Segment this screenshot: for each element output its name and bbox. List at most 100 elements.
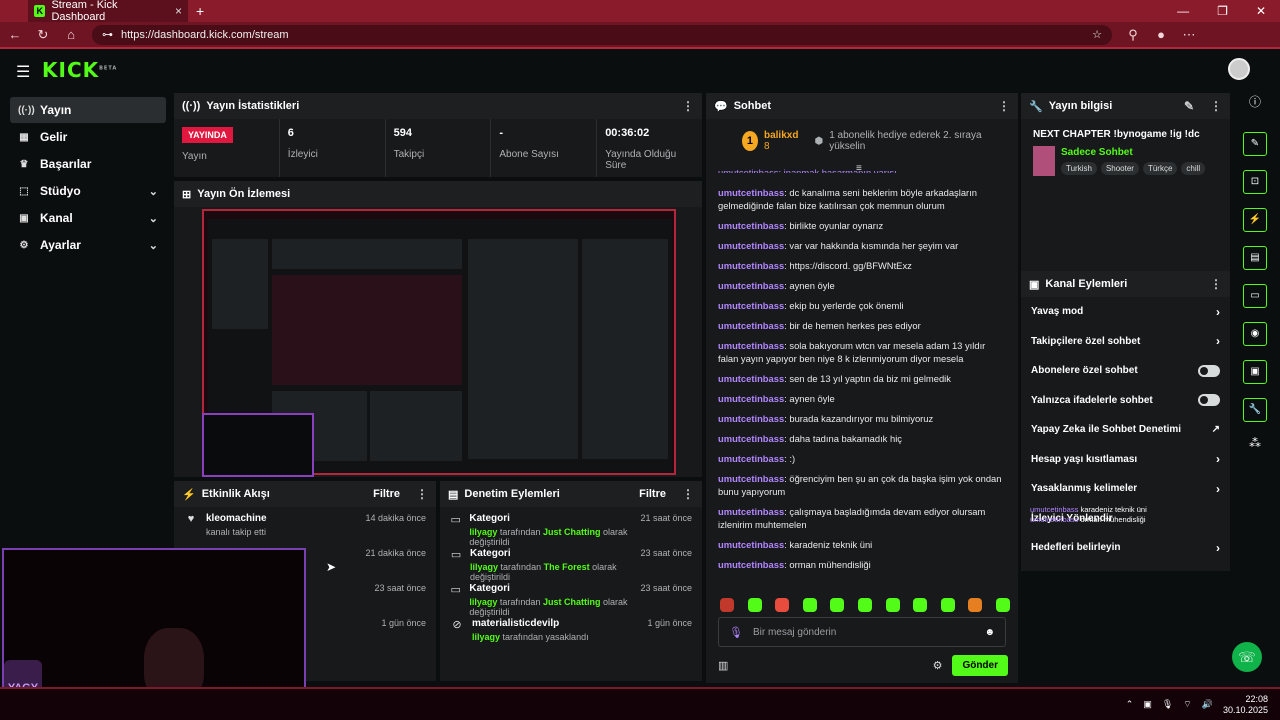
pinned-gift-leaderboard[interactable]: 1 balikxd 8 ⬢ 1 abonelik hediye ederek 2… xyxy=(706,119,1018,163)
emote-icon[interactable] xyxy=(857,598,872,612)
emote-icon[interactable] xyxy=(802,598,817,612)
chevron-down-icon[interactable]: ⌄ xyxy=(149,212,158,225)
chat-username[interactable]: umutcetinbass xyxy=(718,393,784,404)
toggle-switch[interactable] xyxy=(1198,394,1220,407)
user-avatar[interactable] xyxy=(1228,58,1250,80)
url-field[interactable]: ⊶ https://dashboard.kick.com/stream ☆ xyxy=(92,24,1112,45)
back-icon[interactable]: ← xyxy=(8,27,22,42)
sidebar-item-2[interactable]: ♛ Başarılar xyxy=(10,151,166,177)
activity-filter-button[interactable]: Filtre xyxy=(373,488,400,500)
store-icon[interactable]: ▥ xyxy=(718,659,728,672)
sidebar-item-1[interactable]: ▦ Gelir xyxy=(10,124,166,150)
chat-username[interactable]: umutcetinbass xyxy=(718,453,784,464)
chat-username[interactable]: umutcetinbass xyxy=(718,187,784,198)
sidebar-item-5[interactable]: ⚙ Ayarlar ⌄ xyxy=(10,232,166,258)
chat-username[interactable]: umutcetinbass xyxy=(718,220,784,231)
tray-app-icon[interactable]: ▣ xyxy=(1143,699,1152,710)
tag-chip[interactable]: Türkçe xyxy=(1142,162,1178,175)
category-name[interactable]: Sadece Sohbet xyxy=(1061,147,1205,158)
chat-icon[interactable]: ▭ xyxy=(1243,284,1267,308)
more-menu-icon[interactable]: ⋮ xyxy=(1210,99,1222,113)
sidebar-item-4[interactable]: ▣ Kanal ⌄ xyxy=(10,205,166,231)
chat-username[interactable]: umutcetinbass xyxy=(718,320,784,331)
new-tab-button[interactable]: + xyxy=(196,3,204,19)
broadcast-icon[interactable]: ◉ xyxy=(1243,322,1267,346)
emote-icon[interactable] xyxy=(830,598,845,612)
browser-tab[interactable]: K Stream - Kick Dashboard × xyxy=(28,0,188,23)
close-window-button[interactable]: ✕ xyxy=(1256,4,1266,18)
support-chat-icon[interactable]: ☏ xyxy=(1232,642,1262,672)
emote-icon[interactable] xyxy=(775,598,790,612)
browser-menu-icon[interactable]: ⋯ xyxy=(1182,27,1196,43)
maximize-button[interactable]: ❐ xyxy=(1217,4,1228,18)
channel-action-8[interactable]: Hedefleri belirleyin › xyxy=(1021,533,1230,563)
profile-icon[interactable]: ● xyxy=(1154,27,1168,42)
emote-icon[interactable] xyxy=(940,598,955,612)
wrench-icon[interactable]: 🔧 xyxy=(1243,398,1267,422)
tab-close-icon[interactable]: × xyxy=(175,4,182,18)
chat-username[interactable]: umutcetinbass xyxy=(718,300,784,311)
system-clock[interactable]: 22:08 30.10.2025 xyxy=(1223,694,1268,716)
channel-action-3[interactable]: Yalnızca ifadelerle sohbet xyxy=(1021,386,1230,416)
send-button[interactable]: Gönder xyxy=(952,655,1008,676)
hamburger-menu-icon[interactable]: ☰ xyxy=(16,62,30,82)
tray-expand-icon[interactable]: ⌃ xyxy=(1126,699,1134,710)
mic-tray-icon[interactable]: 🎙 xyxy=(1162,699,1173,710)
chat-username[interactable]: umutcetinbass xyxy=(718,473,784,484)
favorite-star-icon[interactable]: ☆ xyxy=(1092,28,1102,41)
more-menu-icon[interactable]: ⋮ xyxy=(682,487,694,501)
chevron-down-icon[interactable]: ⌄ xyxy=(149,239,158,252)
more-menu-icon[interactable]: ⋮ xyxy=(1210,277,1222,291)
channel-action-6[interactable]: Yasaklanmış kelimeler › xyxy=(1021,474,1230,504)
edit-icon[interactable]: ✎ xyxy=(1243,132,1267,156)
chat-username[interactable]: umutcetinbass xyxy=(718,240,784,251)
chat-username[interactable]: umutcetinbass xyxy=(718,506,784,517)
capture-icon[interactable]: ⊡ xyxy=(1243,170,1267,194)
microphone-icon[interactable]: 🎙 xyxy=(729,626,743,639)
more-menu-icon[interactable]: ⋮ xyxy=(682,99,694,113)
more-menu-icon[interactable]: ⋮ xyxy=(416,487,428,501)
chat-message-input[interactable]: 🎙 Bir mesaj gönderin ☻ xyxy=(718,617,1006,647)
refresh-icon[interactable]: ↻ xyxy=(36,27,50,43)
channel-action-4[interactable]: Yapay Zeka ile Sohbet Denetimi ↗ xyxy=(1021,415,1230,445)
sidebar-item-3[interactable]: ⬚ Stüdyo ⌄ xyxy=(10,178,166,204)
channel-action-0[interactable]: Yavaş mod › xyxy=(1021,297,1230,327)
emote-icon[interactable] xyxy=(747,598,762,612)
kick-logo[interactable]: KICKBETA xyxy=(42,58,117,82)
chat-username[interactable]: umutcetinbass xyxy=(718,260,784,271)
emoji-icon[interactable]: ☻ xyxy=(984,627,995,638)
minimize-button[interactable]: — xyxy=(1177,4,1189,18)
emote-icon[interactable] xyxy=(885,598,900,612)
document-icon[interactable]: ▤ xyxy=(1243,246,1267,270)
extensions-icon[interactable]: ⚲ xyxy=(1126,27,1140,43)
home-icon[interactable]: ⌂ xyxy=(64,27,78,42)
emote-icon[interactable] xyxy=(995,598,1010,612)
more-menu-icon[interactable]: ⋮ xyxy=(998,99,1010,113)
volume-icon[interactable]: 🔊 xyxy=(1202,699,1213,710)
chat-username[interactable]: umutcetinbass xyxy=(718,433,784,444)
chat-username[interactable]: umutcetinbass xyxy=(718,539,784,550)
chat-username[interactable]: umutcetinbass xyxy=(718,280,784,291)
channel-action-2[interactable]: Abonelere özel sohbet xyxy=(1021,356,1230,386)
chat-username[interactable]: umutcetinbass xyxy=(718,373,784,384)
emote-icon[interactable] xyxy=(968,598,983,612)
info-icon[interactable]: ⓘ xyxy=(1249,93,1261,110)
tag-chip[interactable]: Shooter xyxy=(1100,162,1139,175)
site-info-icon[interactable]: ⊶ xyxy=(102,28,113,41)
sidebar-item-0[interactable]: ((·)) Yayın xyxy=(10,97,166,123)
moderation-filter-button[interactable]: Filtre xyxy=(639,488,666,500)
chat-username[interactable]: umutcetinbass xyxy=(718,413,784,424)
channel-action-5[interactable]: Hesap yaşı kısıtlaması › xyxy=(1021,445,1230,475)
apps-icon[interactable]: ⁂ xyxy=(1249,436,1261,450)
channel-action-1[interactable]: Takipçilere özel sohbet › xyxy=(1021,327,1230,357)
tag-chip[interactable]: chill xyxy=(1181,162,1206,175)
emote-icon[interactable] xyxy=(720,598,734,612)
lightning-icon[interactable]: ⚡ xyxy=(1243,208,1267,232)
emote-icon[interactable] xyxy=(913,598,928,612)
toggle-switch[interactable] xyxy=(1198,364,1220,377)
wifi-icon[interactable]: ⌔ xyxy=(1183,699,1191,710)
tag-chip[interactable]: Turkish xyxy=(1061,162,1097,175)
chevron-down-icon[interactable]: ⌄ xyxy=(149,185,158,198)
chat-username[interactable]: umutcetinbass xyxy=(718,340,784,351)
chat-username[interactable]: umutcetinbass xyxy=(718,559,784,570)
